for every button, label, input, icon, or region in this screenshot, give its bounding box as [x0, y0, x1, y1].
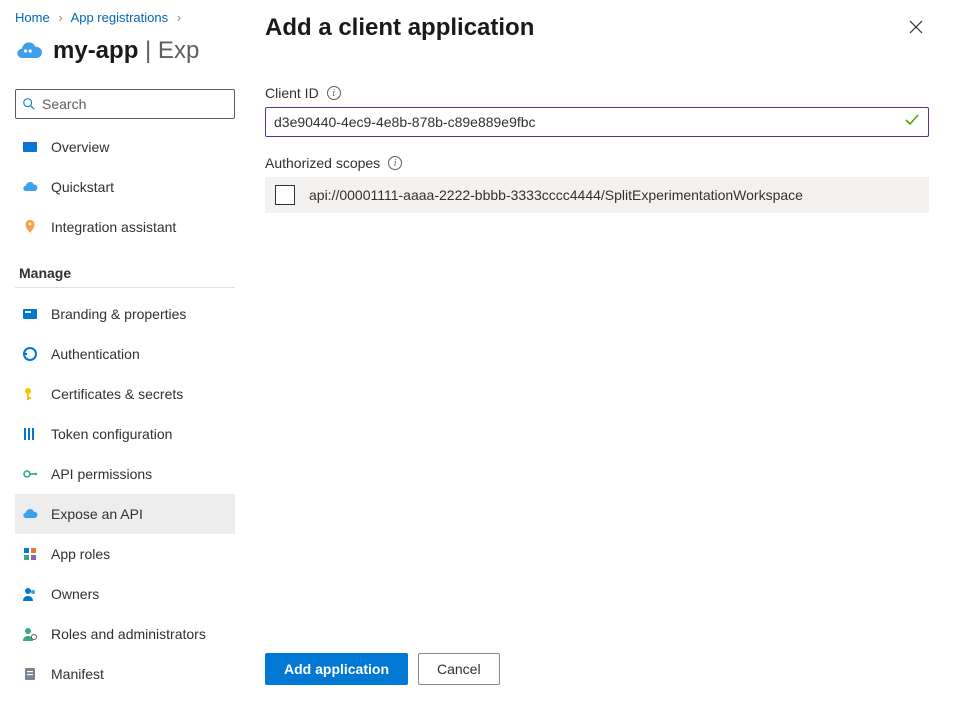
section-divider	[15, 287, 235, 288]
scope-checkbox[interactable]	[275, 185, 295, 205]
expose-api-icon	[21, 505, 39, 523]
breadcrumb-home[interactable]: Home	[15, 10, 50, 25]
search-icon	[22, 97, 36, 111]
sidebar-item-label: Quickstart	[51, 179, 114, 195]
manifest-icon	[21, 665, 39, 683]
sidebar-item-roles-admins[interactable]: Roles and administrators	[15, 614, 235, 654]
add-client-panel: Add a client application Client ID i Aut…	[240, 0, 953, 703]
add-application-button[interactable]: Add application	[265, 653, 408, 685]
client-id-label: Client ID i	[265, 85, 929, 101]
page-title-suffix: | Exp	[138, 37, 199, 64]
sidebar-item-authentication[interactable]: Authentication	[15, 334, 235, 374]
branding-icon	[21, 305, 39, 323]
sidebar-item-label: Token configuration	[51, 426, 172, 442]
sidebar-item-api-permissions[interactable]: API permissions	[15, 454, 235, 494]
sidebar-item-label: Manifest	[51, 666, 104, 682]
owners-icon	[21, 585, 39, 603]
rocket-icon	[21, 218, 39, 236]
page-header: my-app | Exp	[15, 37, 235, 65]
client-id-input[interactable]	[265, 107, 929, 137]
sidebar-item-label: Certificates & secrets	[51, 386, 183, 402]
sidebar-item-token-config[interactable]: Token configuration	[15, 414, 235, 454]
chevron-right-icon: ›	[177, 10, 181, 25]
roles-admins-icon	[21, 625, 39, 643]
close-icon	[909, 20, 923, 34]
info-icon[interactable]: i	[327, 86, 341, 100]
sidebar-item-overview[interactable]: Overview	[15, 127, 235, 167]
sidebar-item-certificates[interactable]: Certificates & secrets	[15, 374, 235, 414]
sidebar-item-label: Branding & properties	[51, 306, 186, 322]
authorized-scopes-label: Authorized scopes i	[265, 155, 929, 171]
scope-row[interactable]: api://00001111-aaaa-2222-bbbb-3333cccc44…	[265, 177, 929, 213]
overview-icon	[21, 138, 39, 156]
search-field[interactable]	[42, 96, 228, 112]
sidebar-item-integration-assistant[interactable]: Integration assistant	[15, 207, 235, 247]
sidebar-item-label: Integration assistant	[51, 219, 176, 235]
sidebar-item-manifest[interactable]: Manifest	[15, 654, 235, 694]
token-icon	[21, 425, 39, 443]
sidebar-item-label: App roles	[51, 546, 110, 562]
info-icon[interactable]: i	[388, 156, 402, 170]
cancel-button[interactable]: Cancel	[418, 653, 500, 685]
check-icon	[904, 112, 920, 133]
section-label-manage: Manage	[19, 265, 235, 281]
app-roles-icon	[21, 545, 39, 563]
sidebar-item-label: Overview	[51, 139, 109, 155]
sidebar-item-app-roles[interactable]: App roles	[15, 534, 235, 574]
api-permissions-icon	[21, 465, 39, 483]
panel-title: Add a client application	[265, 14, 534, 42]
quickstart-icon	[21, 178, 39, 196]
authentication-icon	[21, 345, 39, 363]
sidebar-item-owners[interactable]: Owners	[15, 574, 235, 614]
sidebar-item-label: Expose an API	[51, 506, 143, 522]
sidebar-item-label: Owners	[51, 586, 99, 602]
chevron-right-icon: ›	[58, 10, 62, 25]
sidebar-item-expose-api[interactable]: Expose an API	[15, 494, 235, 534]
search-input[interactable]	[15, 89, 235, 119]
scope-text: api://00001111-aaaa-2222-bbbb-3333cccc44…	[309, 187, 803, 203]
breadcrumb-app-registrations[interactable]: App registrations	[71, 10, 169, 25]
sidebar-item-label: API permissions	[51, 466, 152, 482]
page-title: my-app	[53, 37, 138, 64]
sidebar-item-branding[interactable]: Branding & properties	[15, 294, 235, 334]
sidebar-item-label: Roles and administrators	[51, 626, 206, 642]
client-id-field[interactable]	[274, 114, 904, 130]
key-icon	[21, 385, 39, 403]
breadcrumb: Home › App registrations ›	[15, 10, 235, 25]
sidebar-item-quickstart[interactable]: Quickstart	[15, 167, 235, 207]
cloud-app-icon	[15, 37, 43, 65]
close-button[interactable]	[903, 14, 929, 43]
sidebar-item-label: Authentication	[51, 346, 140, 362]
